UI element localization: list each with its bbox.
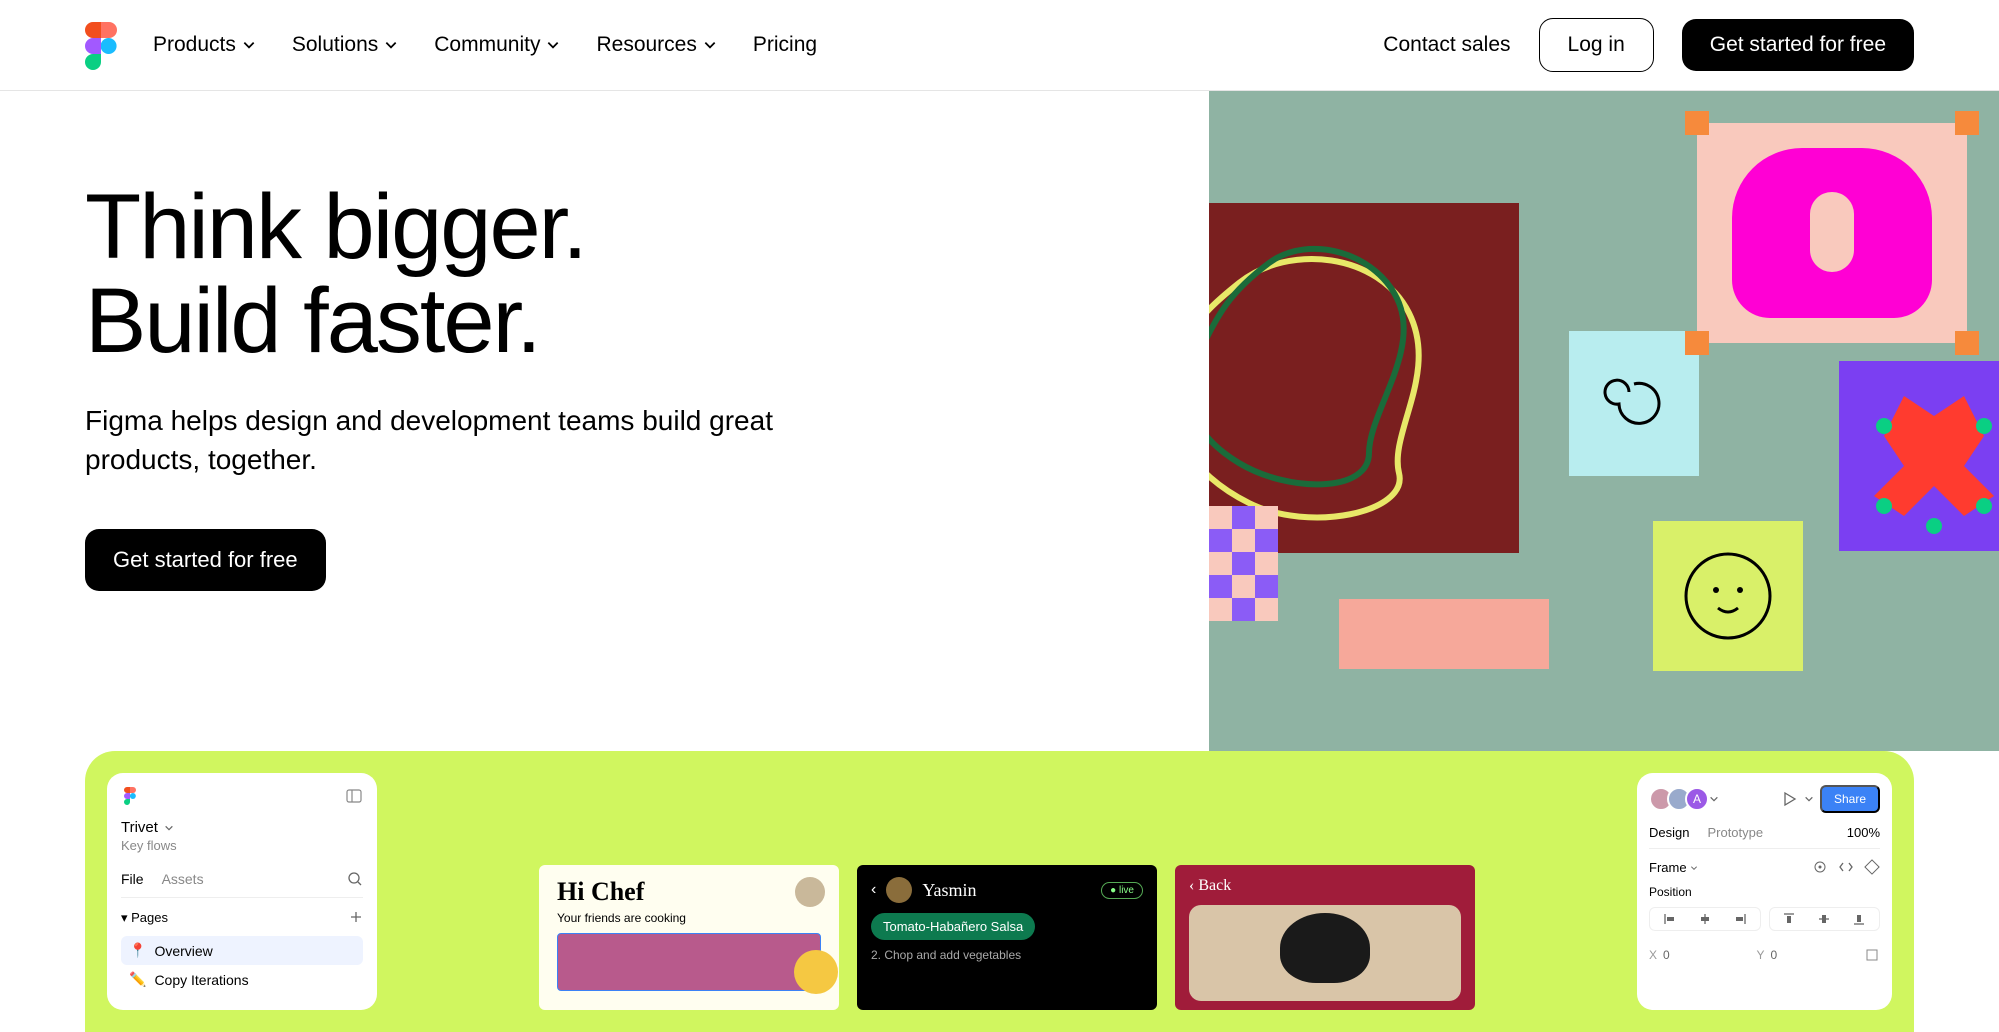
hero-section: Think bigger.Build faster. Figma helps d…: [0, 91, 1999, 751]
align-top-icon[interactable]: [1774, 912, 1805, 926]
pages-label[interactable]: ▾ Pages: [121, 910, 168, 926]
back-chevron-icon: ‹: [871, 881, 876, 899]
app-preview: Trivet Key flows File Assets ▾ Pages 📍Ov…: [85, 751, 1914, 1032]
hero-cta-button[interactable]: Get started for free: [85, 529, 326, 591]
position-label: Position: [1649, 885, 1880, 899]
project-subtitle: Key flows: [121, 838, 363, 853]
share-button[interactable]: Share: [1820, 785, 1880, 813]
chevron-down-icon: [164, 823, 174, 833]
nav-solutions[interactable]: Solutions: [292, 33, 398, 57]
hero-content: Think bigger.Build faster. Figma helps d…: [0, 91, 1039, 751]
plus-icon[interactable]: [349, 910, 363, 924]
align-center-v-icon[interactable]: [1809, 912, 1840, 926]
align-right-icon[interactable]: [1724, 912, 1755, 926]
component-icon[interactable]: [1864, 859, 1880, 875]
play-icon[interactable]: [1780, 790, 1798, 808]
mockup-title: Hi Chef: [557, 877, 821, 907]
checker-pattern-icon: [1209, 506, 1279, 646]
mockup-yasmin: ‹ Yasmin ● live Tomato-Habañero Salsa 2.…: [857, 865, 1157, 1010]
mockup-user-name: Yasmin: [922, 880, 1091, 901]
chevron-down-icon: [703, 38, 717, 52]
site-header: Products Solutions Community Resources P…: [0, 0, 1999, 91]
jester-shape-icon: [1839, 361, 1999, 551]
align-bottom-icon[interactable]: [1844, 912, 1875, 926]
recipe-pill: Tomato-Habañero Salsa: [871, 913, 1035, 940]
properties-panel: A Share Design Prototype 100% Frame Posi…: [1637, 773, 1892, 1010]
pink-blob-icon: [1732, 148, 1932, 318]
selected-frame-shape: [1697, 123, 1967, 343]
nav-pricing[interactable]: Pricing: [753, 33, 817, 57]
chevron-down-icon: [242, 38, 256, 52]
mockup-hi-chef: Hi Chef Your friends are cooking: [539, 865, 839, 1010]
collaborator-avatars[interactable]: A: [1649, 787, 1703, 811]
align-center-h-icon[interactable]: [1689, 912, 1720, 926]
contact-sales-link[interactable]: Contact sales: [1383, 33, 1510, 57]
hero-artwork: [1209, 91, 1999, 751]
blob-shape-icon: [1209, 203, 1519, 553]
layers-panel: Trivet Key flows File Assets ▾ Pages 📍Ov…: [107, 773, 377, 1010]
zoom-level[interactable]: 100%: [1847, 825, 1880, 840]
header-actions: Contact sales Log in Get started for fre…: [1383, 18, 1914, 72]
page-item-copy-iterations[interactable]: ✏️Copy Iterations: [121, 965, 363, 994]
search-icon[interactable]: [347, 871, 363, 887]
hero-subtitle: Figma helps design and development teams…: [85, 401, 865, 479]
constraints-icon[interactable]: [1864, 947, 1880, 963]
chevron-down-icon: [546, 38, 560, 52]
mockup-image: [557, 933, 821, 991]
login-button[interactable]: Log in: [1539, 18, 1654, 72]
get-started-button[interactable]: Get started for free: [1682, 19, 1914, 71]
chevron-down-icon[interactable]: [1804, 794, 1814, 804]
figma-logo-icon[interactable]: [85, 22, 117, 68]
main-nav: Products Solutions Community Resources P…: [153, 33, 1347, 57]
nav-resources[interactable]: Resources: [596, 33, 716, 57]
chevron-down-icon: [384, 38, 398, 52]
tab-prototype[interactable]: Prototype: [1707, 825, 1763, 840]
smiley-shape-icon: [1653, 521, 1803, 671]
hero-title: Think bigger.Build faster.: [85, 181, 1039, 369]
y-position-field[interactable]: Y0: [1757, 947, 1857, 963]
target-icon[interactable]: [1812, 859, 1828, 875]
figma-logo-icon[interactable]: [121, 787, 139, 805]
avatar-icon: [795, 877, 825, 907]
mockup-subtitle: Your friends are cooking: [557, 911, 821, 925]
mockup-back: ‹ Back: [1175, 865, 1475, 1010]
code-icon[interactable]: [1838, 859, 1854, 875]
project-name[interactable]: Trivet: [121, 819, 363, 836]
tab-assets[interactable]: Assets: [162, 871, 204, 887]
sidebar-toggle-icon[interactable]: [345, 787, 363, 805]
spiral-shape-icon: [1569, 331, 1699, 476]
page-item-overview[interactable]: 📍Overview: [121, 936, 363, 965]
tab-design[interactable]: Design: [1649, 825, 1689, 840]
peach-rect-shape: [1339, 599, 1549, 669]
back-link: ‹ Back: [1189, 877, 1461, 895]
nav-products[interactable]: Products: [153, 33, 256, 57]
canvas[interactable]: Hi Chef Your friends are cooking ‹ Yasmi…: [395, 773, 1619, 1010]
live-badge: ● live: [1101, 882, 1143, 899]
avatar-icon: [886, 877, 912, 903]
align-left-icon[interactable]: [1654, 912, 1685, 926]
frame-dropdown[interactable]: Frame: [1649, 860, 1698, 875]
chevron-down-icon[interactable]: [1709, 794, 1719, 804]
x-position-field[interactable]: X0: [1649, 947, 1749, 963]
tab-file[interactable]: File: [121, 871, 144, 887]
chevron-down-icon: [1690, 864, 1698, 872]
mockup-photo: [1189, 905, 1461, 1001]
recipe-step: 2. Chop and add vegetables: [871, 948, 1143, 962]
nav-community[interactable]: Community: [434, 33, 560, 57]
